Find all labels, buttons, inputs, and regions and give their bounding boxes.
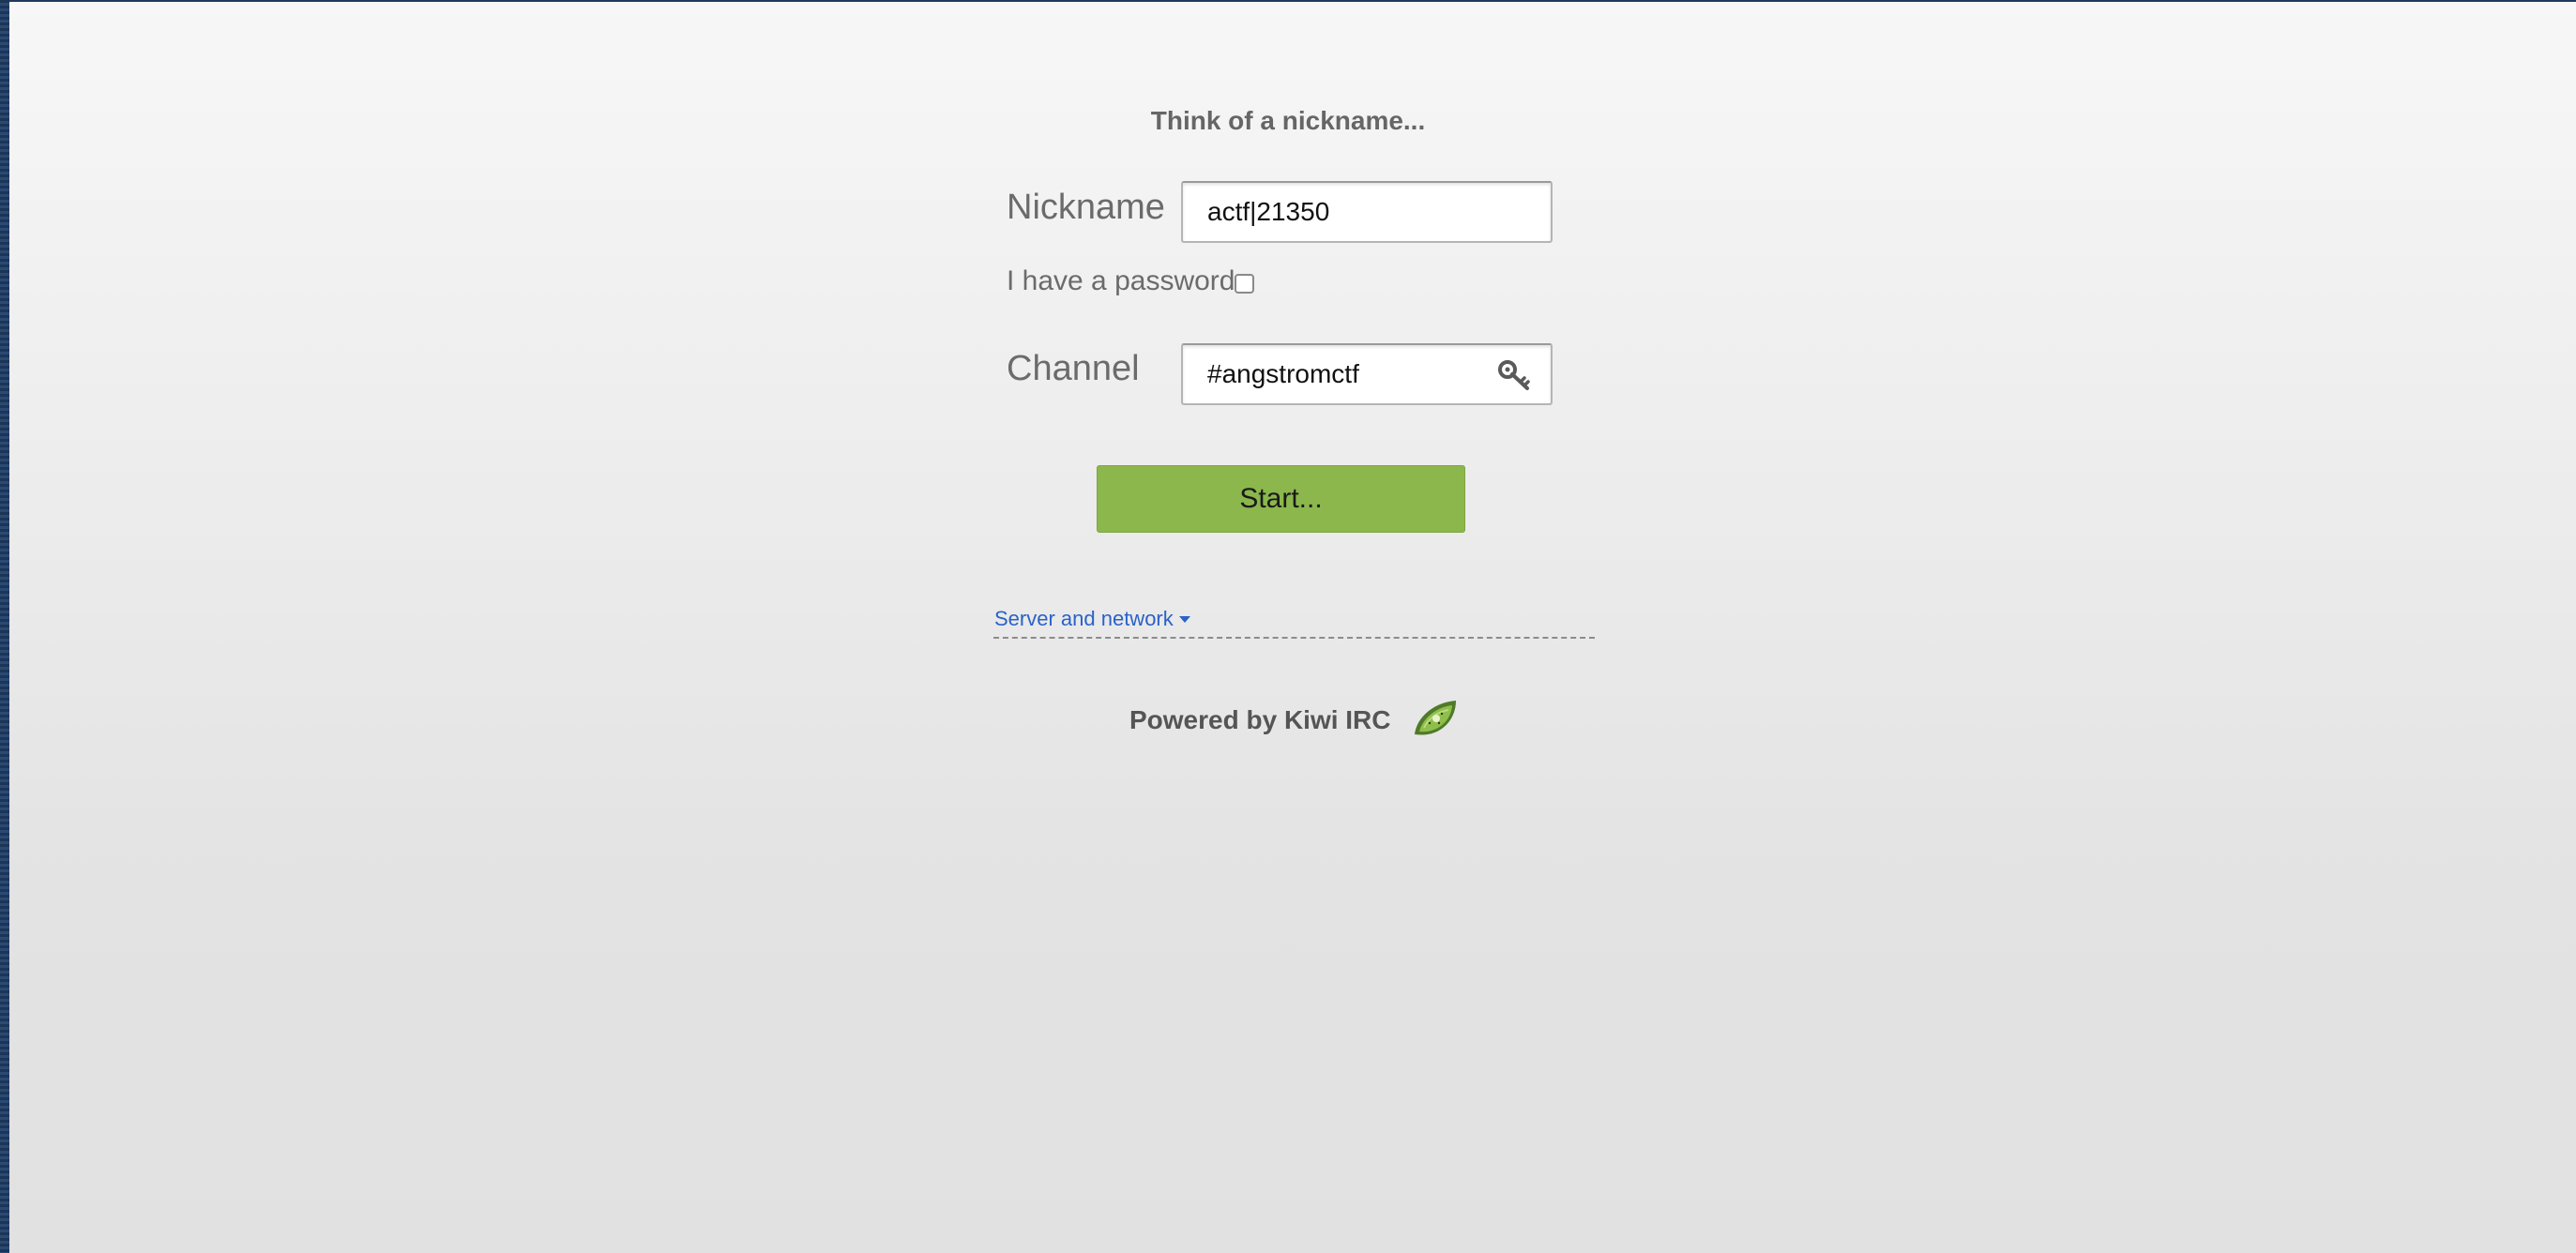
- page-heading: Think of a nickname...: [1150, 106, 1426, 135]
- password-label[interactable]: I have a password: [1007, 265, 1235, 297]
- channel-key-icon[interactable]: [1496, 358, 1532, 392]
- password-checkbox[interactable]: [1235, 274, 1254, 294]
- kiwi-logo-icon: [1415, 701, 1456, 735]
- nickname-label: Nickname: [1007, 188, 1165, 227]
- caret-down-icon: [1178, 615, 1190, 623]
- server-and-network-toggle[interactable]: Server and network: [994, 607, 1190, 631]
- start-button[interactable]: Start...: [1097, 465, 1465, 533]
- channel-field-wrapper: [1181, 343, 1553, 405]
- channel-label: Channel: [1007, 349, 1140, 388]
- powered-by-text: Powered by Kiwi IRC: [1129, 705, 1391, 734]
- window-left-border: [0, 0, 9, 1253]
- nickname-field-wrapper: [1181, 181, 1553, 243]
- nickname-input[interactable]: [1183, 183, 1551, 241]
- server-and-network-label: Server and network: [994, 607, 1174, 630]
- server-section-divider: [993, 637, 1595, 639]
